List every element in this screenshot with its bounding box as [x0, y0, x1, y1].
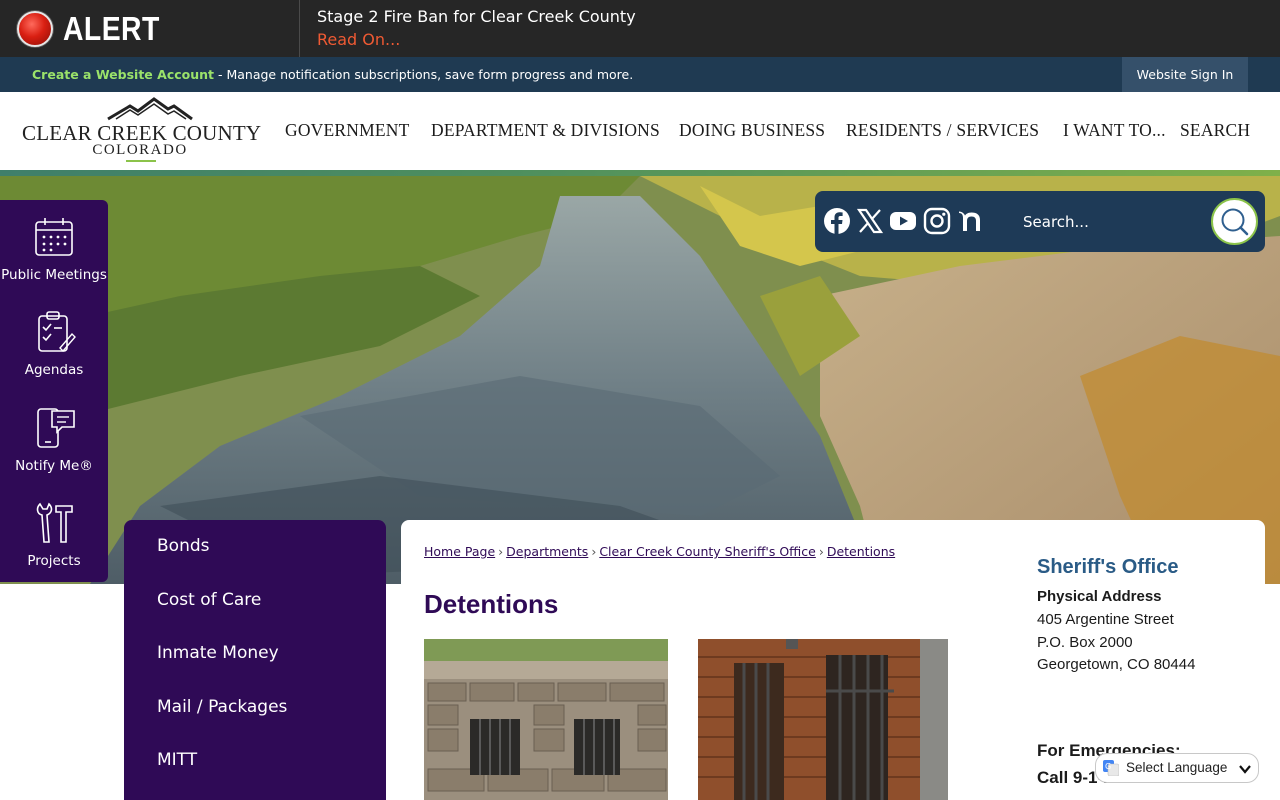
phone-message-icon [37, 408, 75, 448]
search-button[interactable] [1211, 198, 1258, 245]
logo-state-name: COLORADO [92, 142, 188, 158]
nextdoor-icon[interactable] [956, 207, 984, 235]
quick-links-panel: Public Meetings Agendas Notify Me® Proje… [0, 200, 108, 582]
stone-jail-photo [424, 639, 668, 800]
alert-label-area: ALERT [0, 0, 300, 57]
breadcrumb-home[interactable]: Home Page [424, 544, 495, 559]
side-menu-item-inmate-money[interactable]: Inmate Money [157, 643, 279, 663]
chevron-down-icon [1239, 765, 1251, 774]
alert-read-on-link[interactable]: Read On... [317, 30, 400, 49]
account-message-text: - Manage notification subscriptions, sav… [214, 67, 634, 82]
side-menu-item-mitt[interactable]: MITT [157, 750, 197, 770]
x-icon[interactable] [856, 207, 884, 235]
address-line: P.O. Box 2000 [1037, 634, 1133, 651]
breadcrumb-detentions[interactable]: Detentions [827, 544, 895, 559]
svg-text:G: G [1105, 762, 1111, 771]
quick-link-label: Notify Me® [15, 458, 93, 474]
contact-title: Sheriff's Office [1037, 556, 1179, 578]
alert-label: ALERT [63, 10, 160, 47]
jail-cell-door-photo [698, 639, 948, 800]
instagram-icon[interactable] [923, 207, 951, 235]
logo-underline [126, 160, 156, 162]
account-bar: Create a Website Account - Manage notifi… [0, 57, 1280, 92]
website-sign-in-button[interactable]: Website Sign In [1122, 57, 1248, 92]
tools-icon [36, 502, 73, 543]
alert-bar: ALERT Stage 2 Fire Ban for Clear Creek C… [0, 0, 1280, 57]
county-logo[interactable]: CLEAR CREEK COUNTY COLORADO [22, 97, 261, 162]
alert-icon [17, 11, 53, 47]
nav-government[interactable]: GOVERNMENT [285, 120, 410, 141]
search-icon [1221, 208, 1249, 236]
facebook-icon[interactable] [823, 207, 851, 235]
google-translate-icon: G [1103, 760, 1119, 776]
breadcrumb: Home Page › Departments › Clear Creek County… [424, 544, 896, 559]
nav-departments-divisions[interactable]: DEPARTMENT & DIVISIONS [431, 120, 660, 141]
side-menu-item-bonds[interactable]: Bonds [157, 536, 210, 556]
nav-search[interactable]: SEARCH [1180, 120, 1250, 141]
create-account-link[interactable]: Create a Website Account [32, 67, 214, 82]
physical-address-label: Physical Address [1037, 588, 1162, 605]
youtube-icon[interactable] [889, 207, 917, 235]
side-menu-item-cost-of-care[interactable]: Cost of Care [157, 590, 261, 610]
nav-residents-services[interactable]: RESIDENTS / SERVICES [846, 120, 1039, 141]
quick-link-label: Agendas [24, 362, 84, 378]
nav-i-want-to[interactable]: I WANT TO... [1063, 120, 1166, 141]
language-select[interactable]: G Select Language [1095, 753, 1259, 783]
breadcrumb-departments[interactable]: Departments [506, 544, 588, 559]
quick-link-label: Public Meetings [1, 267, 107, 283]
calendar-icon [35, 218, 73, 256]
side-menu-item-mail-packages[interactable]: Mail / Packages [157, 697, 287, 717]
page-title: Detentions [424, 589, 559, 619]
nav-doing-business[interactable]: DOING BUSINESS [679, 120, 825, 141]
clipboard-icon [38, 311, 76, 353]
search-input[interactable] [1010, 200, 1206, 244]
breadcrumb-sheriffs-office[interactable]: Clear Creek County Sheriff's Office [599, 544, 816, 559]
address-line: 405 Argentine Street [1037, 611, 1174, 628]
address-line: Georgetown, CO 80444 [1037, 656, 1196, 673]
language-select-label: Select Language [1126, 760, 1228, 775]
site-header: CLEAR CREEK COUNTY COLORADO GOVERNMENT D… [0, 92, 1280, 170]
account-message: Create a Website Account - Manage notifi… [32, 67, 633, 82]
alert-title[interactable]: Stage 2 Fire Ban for Clear Creek County [317, 7, 636, 26]
quick-link-label: Projects [27, 553, 81, 569]
